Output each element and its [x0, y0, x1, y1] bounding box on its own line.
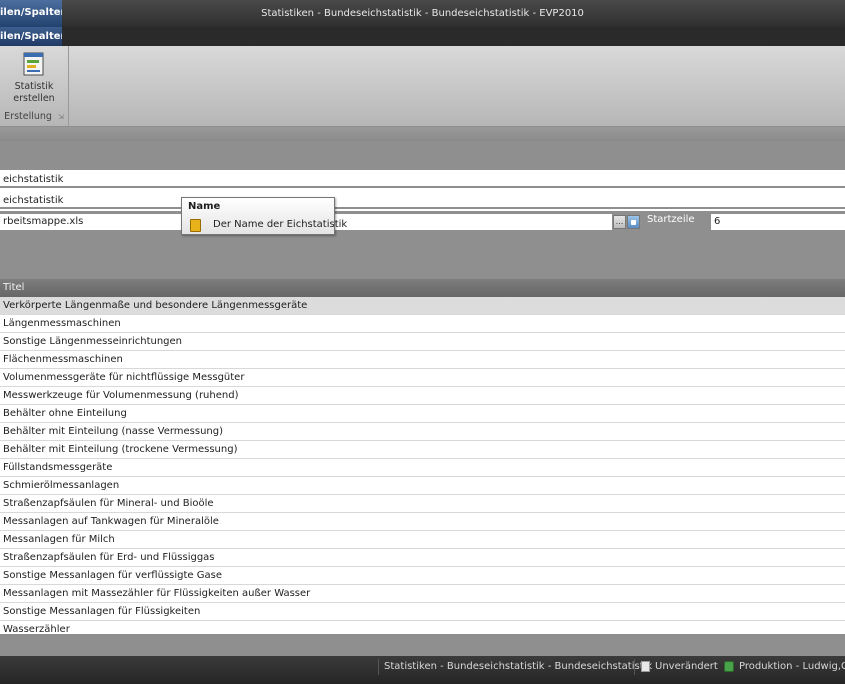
- status-path: Statistiken - Bundeseichstatistik - Bund…: [384, 661, 653, 672]
- table-row[interactable]: Straßenzapfsäulen für Mineral- und Bioöl…: [0, 495, 845, 513]
- table-row[interactable]: Sonstige Messanlagen für verflüssigte Ga…: [0, 567, 845, 585]
- table-row[interactable]: Sonstige Messanlagen für Flüssigkeiten: [0, 603, 845, 621]
- tooltip-text: Der Name der Eichstatistik: [213, 219, 348, 230]
- open-icon: [631, 220, 636, 225]
- table-row[interactable]: Straßenzapfsäulen für Erd- und Flüssigga…: [0, 549, 845, 567]
- table-row[interactable]: Verkörperte Längenmaße und besondere Län…: [0, 297, 845, 315]
- table-row[interactable]: Flächenmessmaschinen: [0, 351, 845, 369]
- table-row[interactable]: Füllstandsmessgeräte: [0, 459, 845, 477]
- ribbon-tab-zeilen-spalten[interactable]: ilen/Spalten: [0, 27, 62, 46]
- open-file-button[interactable]: [627, 215, 640, 229]
- table-row[interactable]: Messanlagen mit Massezähler für Flüssigk…: [0, 585, 845, 603]
- section-bar: [0, 127, 845, 141]
- table-row[interactable]: Behälter mit Einteilung (trockene Vermes…: [0, 441, 845, 459]
- spreadsheet-icon: [23, 52, 44, 76]
- table-row[interactable]: Behälter ohne Einteilung: [0, 405, 845, 423]
- erstellen-label: erstellen: [13, 93, 55, 104]
- titles-table: Verkörperte Längenmaße und besondere Län…: [0, 297, 845, 639]
- table-row[interactable]: Volumenmessgeräte für nichtflüssige Mess…: [0, 369, 845, 387]
- window-title: Statistiken - Bundeseichstatistik - Bund…: [261, 8, 584, 19]
- tooltip-title: Name: [188, 201, 221, 212]
- table-header-titel[interactable]: Titel: [0, 279, 845, 297]
- browse-button[interactable]: ...: [613, 215, 626, 229]
- document-state-icon: [641, 661, 650, 672]
- name-field[interactable]: eichstatistik: [0, 172, 845, 188]
- startzeile-input[interactable]: 6: [711, 214, 845, 230]
- table-row[interactable]: Schmierölmessanlagen: [0, 477, 845, 495]
- info-icon: [190, 219, 201, 232]
- table-row[interactable]: Messanlagen für Milch: [0, 531, 845, 549]
- status-state: Unverändert: [655, 661, 718, 672]
- table-row[interactable]: Messanlagen auf Tankwagen für Mineralöle: [0, 513, 845, 531]
- ribbon-group-erstellung: Statistik erstellen Erstellung ⇲: [0, 46, 69, 126]
- status-environment: Produktion - Ludwig,Gü: [739, 661, 845, 672]
- statistik-label: Statistik: [14, 81, 54, 92]
- startzeile-label: Startzeile: [647, 214, 695, 225]
- section-spacer: [0, 141, 845, 170]
- statistik-erstellen-button[interactable]: Statistik erstellen: [0, 46, 68, 108]
- section-spacer-2: [0, 230, 845, 279]
- group-title: Erstellung: [4, 111, 52, 122]
- dialog-launcher-icon[interactable]: ⇲: [58, 113, 64, 121]
- status-separator: [634, 659, 635, 675]
- status-separator: [378, 659, 379, 675]
- table-row[interactable]: Längenmessmaschinen: [0, 315, 845, 333]
- database-icon: [724, 661, 734, 672]
- description-field[interactable]: eichstatistik: [0, 193, 845, 209]
- table-row[interactable]: Behälter mit Einteilung (nasse Vermessun…: [0, 423, 845, 441]
- table-footer-spacer: [0, 634, 845, 656]
- table-row[interactable]: Sonstige Längenmesseinrichtungen: [0, 333, 845, 351]
- status-bar: Statistiken - Bundeseichstatistik - Bund…: [0, 656, 845, 684]
- title-bar: ilen/Spalten Statistiken - Bundeseichsta…: [0, 0, 845, 27]
- ribbon-tab-row: ilen/Spalten: [0, 27, 845, 46]
- tooltip-name: Name Der Name der Eichstatistik: [181, 197, 347, 235]
- ribbon: Statistik erstellen Erstellung ⇲: [0, 46, 845, 127]
- table-row[interactable]: Messwerkzeuge für Volumenmessung (ruhend…: [0, 387, 845, 405]
- group-label: Erstellung ⇲: [0, 111, 68, 125]
